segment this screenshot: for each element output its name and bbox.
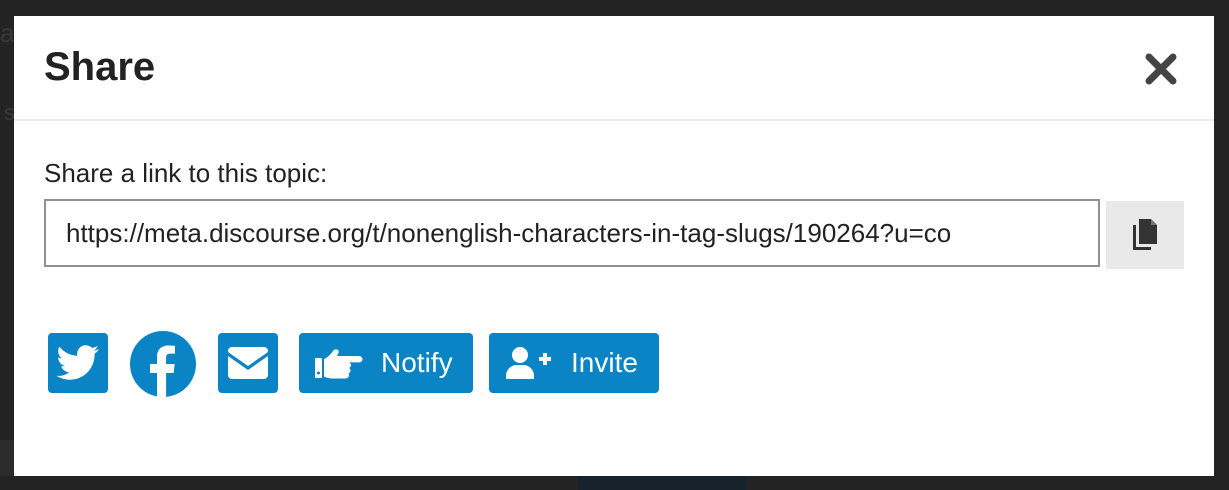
hand-point-right-icon (315, 349, 363, 379)
invite-button[interactable]: Invite (489, 333, 659, 393)
share-link-label: Share a link to this topic: (44, 158, 328, 188)
background-page-strip (0, 440, 14, 476)
share-modal: Share Share a link to this topic: https:… (14, 16, 1214, 476)
invite-button-label: Invite (571, 347, 638, 378)
modal-title: Share (44, 45, 156, 89)
copy-icon (1133, 219, 1157, 250)
email-share-button[interactable] (218, 333, 278, 393)
copy-link-button[interactable] (1106, 201, 1184, 269)
facebook-share-button[interactable] (130, 331, 196, 397)
background-page-fragment: a (0, 18, 15, 48)
background-page-button (578, 476, 746, 490)
close-icon (1145, 53, 1177, 85)
notify-button-label: Notify (381, 347, 453, 378)
modal-header: Share (14, 16, 1214, 121)
facebook-icon (150, 345, 175, 397)
share-link-input[interactable] (44, 199, 1100, 267)
close-button[interactable] (1138, 46, 1184, 92)
notify-button[interactable]: Notify (299, 333, 473, 393)
user-plus-icon (506, 347, 551, 379)
twitter-icon (56, 345, 99, 380)
envelope-icon (228, 347, 268, 379)
twitter-share-button[interactable] (48, 333, 108, 393)
